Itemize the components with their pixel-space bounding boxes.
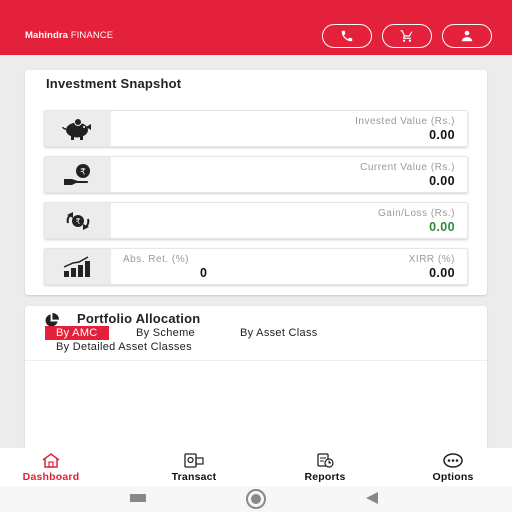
more-icon — [443, 453, 463, 468]
home-icon — [42, 453, 60, 468]
cart-icon — [400, 30, 413, 42]
returns-row: Abs. Ret. (%) 0 XIRR (%) 0.00 — [44, 248, 468, 285]
system-nav-bar — [0, 486, 512, 512]
divider — [25, 360, 487, 361]
logo-bold-text: Mahindra — [25, 30, 69, 41]
tab-by-scheme[interactable]: By Scheme — [136, 327, 195, 339]
bar-chart-icon — [63, 255, 90, 277]
money-exchange-icon: ₹ — [66, 211, 90, 230]
xirr-value: 0.00 — [429, 266, 455, 280]
recents-button[interactable] — [130, 494, 146, 502]
brand-logo: Mahindra FINANCE — [25, 30, 113, 41]
transact-icon — [184, 453, 204, 468]
nav-dashboard-label: Dashboard — [22, 471, 80, 483]
svg-text:₹: ₹ — [75, 217, 80, 226]
profile-button[interactable] — [442, 24, 492, 48]
invested-value: 0.00 — [429, 128, 455, 142]
current-value: 0.00 — [429, 174, 455, 188]
abs-return-value: 0 — [200, 266, 207, 280]
nav-options[interactable]: Options — [413, 448, 493, 486]
hand-rupee-icon: ₹ — [64, 163, 90, 185]
reports-icon — [317, 453, 334, 468]
tab-by-detailed-asset-classes[interactable]: By Detailed Asset Classes — [56, 341, 192, 353]
current-value-row: ₹ Current Value (Rs.) 0.00 — [44, 156, 468, 193]
tab-by-amc[interactable]: By AMC — [45, 326, 109, 340]
bottom-navigation: Dashboard Transact Reports Options — [0, 448, 512, 486]
current-value-label: Current Value (Rs.) — [360, 162, 455, 173]
nav-transact[interactable]: Transact — [152, 448, 236, 486]
invested-value-label: Invested Value (Rs.) — [355, 116, 455, 127]
nav-dashboard[interactable]: Dashboard — [0, 448, 102, 486]
call-button[interactable] — [322, 24, 372, 48]
nav-options-label: Options — [432, 471, 474, 483]
svg-text:₹: ₹ — [80, 167, 86, 177]
gain-loss-value: 0.00 — [429, 220, 455, 234]
portfolio-title: Portfolio Allocation — [77, 311, 201, 326]
back-button[interactable] — [366, 492, 378, 504]
tab-by-asset-class[interactable]: By Asset Class — [240, 327, 318, 339]
logo-thin-text: FINANCE — [70, 30, 114, 41]
user-icon — [461, 30, 473, 42]
app-header: Mahindra FINANCE — [0, 0, 512, 55]
xirr-label: XIRR (%) — [408, 254, 455, 265]
cart-button[interactable] — [382, 24, 432, 48]
piggy-bank-icon — [62, 117, 91, 140]
snapshot-title: Investment Snapshot — [46, 76, 182, 91]
investment-snapshot-card: Investment Snapshot Invested Value (Rs.)… — [25, 70, 487, 295]
nav-reports[interactable]: Reports — [284, 448, 366, 486]
nav-reports-label: Reports — [304, 471, 346, 483]
nav-transact-label: Transact — [171, 471, 217, 483]
portfolio-allocation-card: Portfolio Allocation By AMC By Scheme By… — [25, 306, 487, 456]
gain-loss-label: Gain/Loss (Rs.) — [378, 208, 455, 219]
phone-icon — [341, 30, 353, 42]
home-button[interactable] — [246, 489, 266, 509]
abs-return-label: Abs. Ret. (%) — [123, 254, 189, 265]
invested-value-row: Invested Value (Rs.) 0.00 — [44, 110, 468, 147]
gain-loss-row: ₹ Gain/Loss (Rs.) 0.00 — [44, 202, 468, 239]
